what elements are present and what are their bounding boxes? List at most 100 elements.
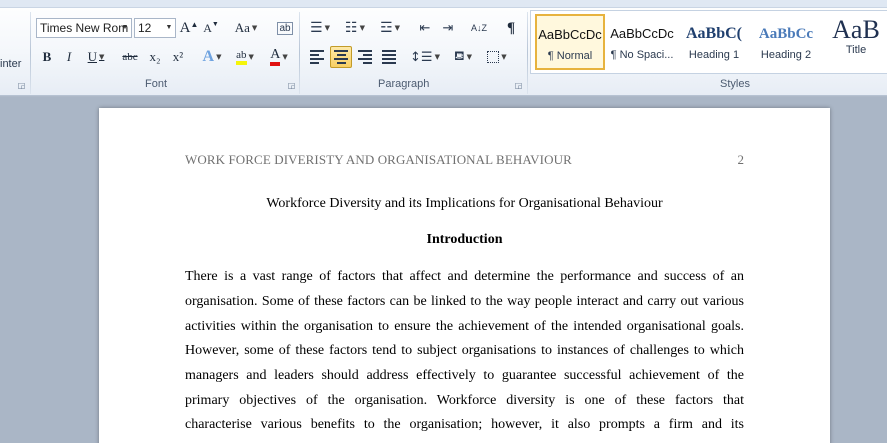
shading-bucket-icon: ⛾ <box>453 48 465 64</box>
highlight-icon: ab <box>236 49 247 65</box>
page-number: 2 <box>737 152 745 167</box>
change-case-icon: Aa <box>234 20 250 35</box>
font-dialog-launcher-icon[interactable]: ◲ <box>287 81 296 90</box>
shrink-font-button[interactable]: A ▼ <box>201 17 221 39</box>
style-no-spacing[interactable]: AaBbCcDc ¶ No Spaci... <box>607 14 677 70</box>
numbering-button[interactable]: ☷ ▼ <box>340 17 370 39</box>
clear-formatting-button[interactable]: ab <box>274 17 296 39</box>
font-color-icon: A <box>270 47 281 66</box>
superscript-button[interactable]: x² <box>168 46 188 68</box>
sort-button[interactable]: A↓Z <box>467 17 491 39</box>
font-name-combo[interactable]: Times New Rom ▼ <box>36 18 132 38</box>
pilcrow-icon: ¶ <box>506 19 516 36</box>
font-size-combo[interactable]: 12 ▼ <box>134 18 176 38</box>
text-effects-button[interactable]: A ▼ <box>198 46 226 68</box>
group-separator <box>299 12 300 94</box>
strikethrough-icon: abc <box>122 51 138 63</box>
bullets-icon: ☰ <box>310 20 323 36</box>
body-text-line: characterise various benefits to the org… <box>185 417 744 432</box>
font-group-label: Font <box>145 78 168 90</box>
bullets-button[interactable]: ☰ ▼ <box>306 17 334 39</box>
ribbon: inter ◲ Times New Rom ▼ 12 ▼ A ▲ A ▼ Aa ▼ a… <box>0 0 887 96</box>
strikethrough-button[interactable]: abc <box>118 46 142 68</box>
ribbon-top-strip <box>0 0 887 8</box>
style-heading-2[interactable]: AaBbCc Heading 2 <box>751 14 821 70</box>
body-text-line: organisation. Some of these factors can … <box>185 294 744 309</box>
align-right-button[interactable] <box>354 46 376 68</box>
show-formatting-button[interactable]: ¶ <box>501 17 521 39</box>
sort-icon: A↓Z <box>470 23 487 33</box>
font-color-button[interactable]: A ▼ <box>264 46 294 68</box>
change-case-button[interactable]: Aa ▼ <box>232 17 260 39</box>
styles-group-label: Styles <box>720 78 750 90</box>
align-center-icon <box>334 48 348 66</box>
body-text-line: primary objectives of the organisation. … <box>185 393 744 408</box>
italic-button[interactable]: I <box>60 46 78 68</box>
paragraph-dialog-launcher-icon[interactable]: ◲ <box>514 81 523 90</box>
line-spacing-button[interactable]: ↕☰ ▼ <box>410 46 440 68</box>
document-title: Workforce Diversity and its Implications… <box>266 196 663 211</box>
body-text-line: activities within the organisation to en… <box>185 319 744 334</box>
highlight-button[interactable]: ab ▼ <box>230 46 260 68</box>
style-sample: AaBbCcDc <box>610 26 674 41</box>
section-heading: Introduction <box>426 232 503 247</box>
clear-formatting-icon: ab <box>277 21 293 35</box>
style-title[interactable]: AaB Title <box>823 14 887 70</box>
superscript-icon: x² <box>172 49 184 64</box>
justify-icon <box>382 48 396 66</box>
body-text-line: However, some of these factors tend to s… <box>185 343 744 358</box>
style-sample: AaB <box>832 15 880 44</box>
font-size-value: 12 <box>138 21 152 35</box>
align-left-button[interactable] <box>306 46 328 68</box>
subscript-icon: x₂ <box>149 49 161 64</box>
underline-button[interactable]: U ▼ <box>82 46 110 68</box>
shrink-font-icon: A <box>203 20 212 35</box>
style-name: Heading 1 <box>688 49 740 61</box>
style-sample: AaBbC( <box>685 25 742 42</box>
text-effects-icon: A <box>202 48 215 65</box>
font-color-label: A <box>270 47 281 62</box>
line-spacing-icon: ↕☰ <box>410 49 433 65</box>
style-name: ¶ Normal <box>547 50 593 62</box>
justify-button[interactable] <box>378 46 400 68</box>
style-name: ¶ No Spaci... <box>610 49 674 61</box>
style-sample: AaBbCcDc <box>538 27 602 42</box>
style-name: Heading 2 <box>760 49 812 61</box>
style-name: Title <box>845 44 867 56</box>
highlight-label: ab <box>236 49 247 61</box>
group-separator <box>527 12 528 94</box>
multilevel-list-icon: ☲ <box>380 20 393 36</box>
format-painter-label[interactable]: inter <box>0 58 21 70</box>
grow-font-button[interactable]: A ▲ <box>179 17 199 39</box>
page-header-text: WORK FORCE DIVERISTY AND ORGANISATIONAL … <box>185 152 572 167</box>
align-center-button[interactable] <box>330 46 352 68</box>
align-left-icon <box>310 48 324 66</box>
underline-icon: U <box>87 49 97 64</box>
bold-icon: B <box>42 49 52 64</box>
bold-button[interactable]: B <box>38 46 56 68</box>
body-text-line: There is a vast range of factors that af… <box>185 269 744 284</box>
shading-button[interactable]: ⛾ ▼ <box>448 46 478 68</box>
paragraph-group-label: Paragraph <box>378 78 430 90</box>
align-right-icon <box>358 48 372 66</box>
style-heading-1[interactable]: AaBbC( Heading 1 <box>679 14 749 70</box>
chevron-down-icon[interactable]: ▼ <box>163 19 175 37</box>
grow-font-icon: A <box>179 19 191 36</box>
chevron-down-icon[interactable]: ▼ <box>119 19 131 37</box>
numbering-icon: ☷ <box>345 20 358 36</box>
subscript-button[interactable]: x₂ <box>145 46 165 68</box>
decrease-indent-button[interactable]: ⇤ <box>415 17 435 39</box>
body-text-line: managers and leaders should address effe… <box>185 368 744 383</box>
styles-gallery: AaBbCcDc ¶ Normal AaBbCcDc ¶ No Spaci...… <box>530 10 887 74</box>
increase-indent-icon: ⇥ <box>442 20 454 36</box>
borders-button[interactable]: ▼ <box>482 46 512 68</box>
decrease-indent-icon: ⇤ <box>419 20 431 36</box>
clipboard-dialog-launcher-icon[interactable]: ◲ <box>17 81 26 90</box>
increase-indent-button[interactable]: ⇥ <box>438 17 458 39</box>
borders-icon <box>487 51 500 63</box>
document-page[interactable]: WORK FORCE DIVERISTY AND ORGANISATIONAL … <box>99 108 830 443</box>
italic-icon: I <box>66 49 72 64</box>
font-name-value: Times New Rom <box>40 21 129 35</box>
multilevel-list-button[interactable]: ☲ ▼ <box>375 17 405 39</box>
style-normal[interactable]: AaBbCcDc ¶ Normal <box>535 14 605 70</box>
